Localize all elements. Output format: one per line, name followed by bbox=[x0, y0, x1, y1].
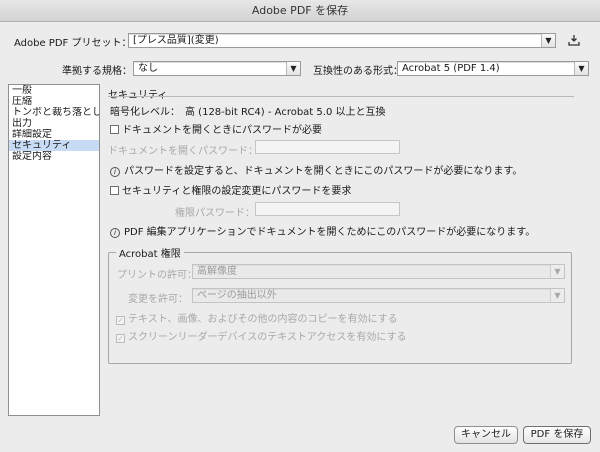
chevron-down-icon: ▼ bbox=[541, 34, 555, 47]
require-permissions-password-label: セキュリティと権限の設定変更にパスワードを要求 bbox=[122, 186, 352, 197]
check-icon: ✓ bbox=[116, 334, 125, 343]
compat-select[interactable]: Acrobat 5 (PDF 1.4) ▼ bbox=[397, 61, 589, 76]
print-permission-label: プリントの許可： bbox=[117, 270, 197, 281]
sidebar-item-output[interactable]: 出力 bbox=[9, 118, 99, 129]
chevron-down-icon: ▼ bbox=[550, 265, 564, 278]
chevron-down-icon: ▼ bbox=[574, 62, 588, 75]
info-icon: i bbox=[110, 228, 120, 238]
open-password-label: ドキュメントを開くパスワード： bbox=[108, 146, 258, 157]
print-permission-select[interactable]: 高解像度 ▼ bbox=[192, 264, 565, 279]
open-password-info: i パスワードを設定すると、ドキュメントを開くときにこのパスワードが必要になります… bbox=[110, 162, 522, 177]
change-permission-value: ページの抽出以外 bbox=[197, 290, 277, 301]
info-icon: i bbox=[110, 167, 120, 177]
category-list[interactable]: 一般 圧縮 トンボと裁ち落とし 出力 詳細設定 セキュリティ 設定内容 bbox=[8, 84, 100, 416]
change-permission-label: 変更を許可： bbox=[128, 294, 188, 305]
standard-value: なし bbox=[138, 63, 158, 74]
permissions-password-label: 権限パスワード： bbox=[175, 208, 255, 219]
open-password-input[interactable] bbox=[255, 140, 400, 154]
preset-select[interactable]: [プレス品質](変更) ▼ bbox=[128, 33, 556, 48]
cancel-button[interactable]: キャンセル bbox=[454, 426, 518, 444]
change-permission-select[interactable]: ページの抽出以外 ▼ bbox=[192, 288, 565, 303]
compat-value: Acrobat 5 (PDF 1.4) bbox=[402, 63, 500, 74]
save-pdf-button[interactable]: PDF を保存 bbox=[523, 426, 591, 444]
sidebar-item-summary[interactable]: 設定内容 bbox=[9, 151, 99, 162]
require-permissions-password-checkbox[interactable]: セキュリティと権限の設定変更にパスワードを要求 bbox=[110, 182, 351, 197]
enable-screen-reader-checkbox[interactable]: ✓ スクリーンリーダーデバイスのテキストアクセスを有効にする bbox=[116, 328, 407, 343]
open-password-info-text: パスワードを設定すると、ドキュメントを開くときにこのパスワードが必要になります。 bbox=[124, 166, 523, 177]
sidebar-item-advanced[interactable]: 詳細設定 bbox=[9, 129, 99, 140]
checkbox-box[interactable] bbox=[110, 186, 119, 195]
checkbox-box[interactable] bbox=[110, 125, 119, 134]
section-divider bbox=[108, 96, 574, 97]
window-title: Adobe PDF を保存 bbox=[0, 0, 600, 22]
sidebar-item-compression[interactable]: 圧縮 bbox=[9, 96, 99, 107]
sidebar-item-security[interactable]: セキュリティ bbox=[9, 140, 99, 151]
section-heading: セキュリティ bbox=[108, 86, 167, 101]
standard-select[interactable]: なし ▼ bbox=[133, 61, 301, 76]
save-preset-icon[interactable] bbox=[568, 34, 580, 46]
chevron-down-icon: ▼ bbox=[286, 62, 300, 75]
sidebar-item-general[interactable]: 一般 bbox=[9, 85, 99, 96]
preset-value: [プレス品質](変更) bbox=[133, 35, 219, 46]
permissions-password-info: i PDF 編集アプリケーションでドキュメントを開くためにこのパスワードが必要にな… bbox=[110, 223, 535, 238]
enable-copy-checkbox[interactable]: ✓ テキスト、画像、およびその他の内容のコピーを有効にする bbox=[116, 310, 398, 325]
encryption-level: 暗号化レベル： 高 (128-bit RC4) - Acrobat 5.0 以上… bbox=[110, 107, 386, 118]
permissions-password-info-text: PDF 編集アプリケーションでドキュメントを開くためにこのパスワードが必要になり… bbox=[124, 227, 536, 238]
acrobat-permissions-title: Acrobat 権限 bbox=[116, 245, 184, 260]
enable-screen-reader-label: スクリーンリーダーデバイスのテキストアクセスを有効にする bbox=[128, 332, 407, 343]
check-icon: ✓ bbox=[116, 316, 125, 325]
enable-copy-label: テキスト、画像、およびその他の内容のコピーを有効にする bbox=[128, 314, 398, 325]
preset-label: Adobe PDF プリセット： bbox=[14, 38, 132, 49]
standard-label: 準拠する規格： bbox=[62, 66, 132, 77]
print-permission-value: 高解像度 bbox=[197, 266, 237, 277]
compat-label: 互換性のある形式： bbox=[313, 66, 403, 77]
chevron-down-icon: ▼ bbox=[550, 289, 564, 302]
sidebar-item-marks-bleeds[interactable]: トンボと裁ち落とし bbox=[9, 107, 99, 118]
permissions-password-input[interactable] bbox=[255, 202, 400, 216]
require-open-password-label: ドキュメントを開くときにパスワードが必要 bbox=[122, 125, 322, 136]
require-open-password-checkbox[interactable]: ドキュメントを開くときにパスワードが必要 bbox=[110, 121, 322, 136]
